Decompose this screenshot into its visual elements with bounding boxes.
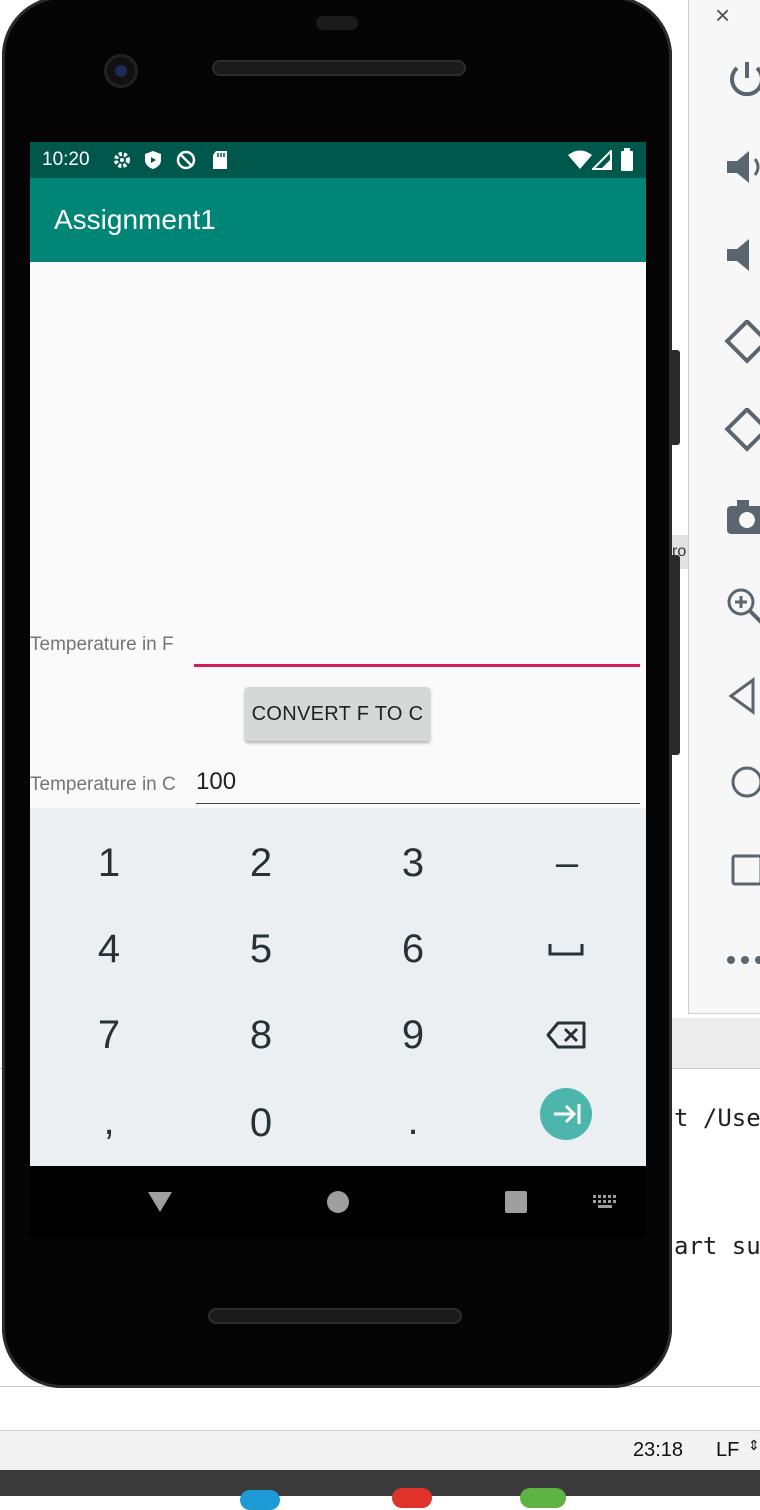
fahrenheit-label: Temperature in F: [30, 634, 174, 655]
app-title: Assignment1: [54, 204, 216, 235]
fahrenheit-input[interactable]: [194, 622, 640, 666]
console-header: [672, 1018, 760, 1068]
emulator-toolbar: ×: [688, 0, 760, 1014]
more-icon[interactable]: [723, 934, 760, 982]
app-toolbar: Assignment1: [30, 178, 646, 262]
wifi-icon: [568, 150, 592, 169]
front-camera-icon: [104, 54, 138, 88]
android-status-bar: 10:20: [30, 142, 646, 178]
phone-bottom-speaker: [208, 1308, 462, 1324]
volume-down-icon[interactable]: [723, 231, 760, 279]
dock-app-icon[interactable]: [520, 1488, 566, 1508]
overview-icon[interactable]: [723, 846, 760, 894]
settings-gear-icon: [114, 152, 130, 168]
line-ending-chevron-icon: ⇕: [748, 1437, 760, 1453]
android-nav-bar: [30, 1166, 646, 1238]
key-5[interactable]: 5: [184, 906, 338, 992]
space-key-icon[interactable]: [548, 940, 584, 958]
mac-dock: [0, 1470, 760, 1510]
phone-top-speaker: [212, 60, 466, 76]
cell-signal-icon: [592, 150, 612, 170]
key-0[interactable]: 0: [184, 1080, 338, 1166]
nav-home-icon[interactable]: [326, 1190, 350, 1214]
data-saver-icon: [176, 150, 196, 170]
key-comma[interactable]: ,: [32, 1078, 186, 1164]
dock-app-icon[interactable]: [392, 1488, 432, 1508]
back-icon[interactable]: [723, 672, 760, 720]
rotate-left-icon[interactable]: [723, 320, 760, 368]
sd-card-icon: [213, 151, 227, 169]
key-2[interactable]: 2: [184, 820, 338, 906]
key-7[interactable]: 7: [32, 992, 186, 1078]
status-clock: 10:20: [42, 149, 90, 170]
fahrenheit-input-underline: [194, 664, 640, 667]
volume-up-icon[interactable]: [723, 143, 760, 191]
key-1[interactable]: 1: [32, 820, 186, 906]
line-ending[interactable]: LF: [716, 1439, 739, 1462]
battery-icon: [621, 148, 633, 171]
nav-keyboard-icon[interactable]: [592, 1194, 618, 1210]
key-6[interactable]: 6: [336, 906, 490, 992]
nav-recents-icon[interactable]: [504, 1190, 528, 1214]
cursor-position[interactable]: 23:18: [633, 1439, 683, 1462]
phone-sensor: [316, 16, 358, 30]
zoom-icon[interactable]: [723, 582, 760, 630]
numeric-keyboard: 1 2 3 – 4 5 6 7 8 9 , 0 .: [30, 808, 646, 1166]
key-9[interactable]: 9: [336, 992, 490, 1078]
dock-app-icon[interactable]: [240, 1490, 280, 1510]
celsius-output-underline: [196, 803, 640, 804]
next-key-button[interactable]: [540, 1088, 592, 1140]
power-icon[interactable]: [723, 56, 760, 104]
console-line: t /User: [674, 1104, 760, 1132]
ide-status-bar: 23:18 LF ⇕: [0, 1430, 760, 1471]
key-4[interactable]: 4: [32, 906, 186, 992]
convert-button[interactable]: CONVERT F TO C: [245, 687, 430, 741]
celsius-output[interactable]: 100: [196, 768, 640, 802]
shield-icon: [145, 151, 161, 169]
tab-next-icon: [554, 1104, 581, 1124]
key-8[interactable]: 8: [184, 992, 338, 1078]
close-icon[interactable]: ×: [715, 0, 730, 31]
console-line: art suc: [674, 1232, 760, 1260]
rotate-right-icon[interactable]: [723, 408, 760, 456]
nav-back-icon[interactable]: [146, 1190, 174, 1214]
backspace-icon[interactable]: [546, 1021, 586, 1049]
home-icon[interactable]: [723, 758, 760, 806]
camera-icon[interactable]: [723, 494, 760, 542]
key-period[interactable]: .: [336, 1078, 490, 1164]
key-3[interactable]: 3: [336, 820, 490, 906]
celsius-label: Temperature in C: [30, 774, 176, 795]
key-minus[interactable]: –: [490, 820, 644, 906]
phone-screen: 10:20 Assignment1 Temperature in F CONVE…: [30, 142, 646, 1166]
